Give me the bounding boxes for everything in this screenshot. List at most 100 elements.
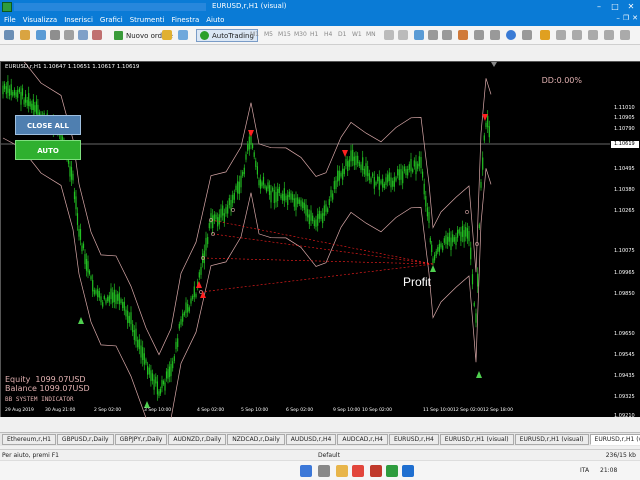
file-explorer-icon[interactable]: [336, 465, 348, 477]
chart-shift-icon[interactable]: [442, 30, 452, 40]
close-icon[interactable]: ✕: [624, 1, 638, 13]
chart-tab[interactable]: AUDCAD,r,H4: [337, 434, 388, 445]
timeframe-m5[interactable]: M5: [264, 31, 273, 38]
menu-help[interactable]: Aiuto: [206, 16, 224, 24]
timeframe-d1[interactable]: D1: [338, 31, 346, 38]
timeframe-m1[interactable]: M1: [250, 31, 259, 38]
candle-body: [232, 194, 234, 204]
candle-body: [475, 313, 477, 323]
autoscroll-icon[interactable]: [428, 30, 438, 40]
candle-body: [480, 182, 482, 188]
new-chart-icon[interactable]: [4, 30, 14, 40]
terminal-window: EURUSD,r,H1 (visual) – □ ✕ File Visualiz…: [0, 0, 640, 480]
chart-tab-active[interactable]: EURUSD,r,H1 (visual): [589, 434, 640, 445]
menu-charts[interactable]: Grafici: [100, 16, 123, 24]
window-title: EURUSD,r,H1 (visual): [212, 2, 287, 10]
timeframe-mn[interactable]: MN: [366, 31, 376, 38]
tile-windows-icon[interactable]: [414, 30, 424, 40]
text-tool-icon[interactable]: [620, 30, 630, 40]
timeframe-w1[interactable]: W1: [352, 31, 362, 38]
menu-insert[interactable]: Inserisci: [64, 16, 93, 24]
timeframe-m30[interactable]: M30: [294, 31, 307, 38]
maximize-icon[interactable]: □: [608, 1, 622, 13]
tray-language[interactable]: ITA: [580, 467, 589, 474]
chart-window-icon[interactable]: [36, 30, 46, 40]
chart-tab[interactable]: AUDNZD,r,Daily: [168, 434, 227, 445]
timeframe-h1[interactable]: H1: [310, 31, 318, 38]
candle-body: [288, 191, 290, 198]
chart-tab[interactable]: AUDUSD,r,H4: [285, 434, 337, 445]
candle-body: [278, 186, 280, 193]
word-icon[interactable]: [402, 465, 414, 477]
chart-tab[interactable]: EURUSD,r,H1 (visual): [439, 434, 514, 445]
menu-window[interactable]: Finestra: [171, 16, 199, 24]
price-tick: 1.10495: [614, 166, 635, 172]
menu-tools[interactable]: Strumenti: [130, 16, 165, 24]
cursor-icon[interactable]: [50, 30, 60, 40]
autotrading-button[interactable]: AutoTrading: [196, 29, 258, 42]
options-icon[interactable]: [522, 30, 532, 40]
candle-body: [392, 180, 394, 187]
taskview-icon[interactable]: [318, 465, 330, 477]
doc-close-icon[interactable]: ✕: [632, 14, 638, 22]
sell-arrow: [342, 150, 348, 157]
chart-area[interactable]: EURUSD,r,H1 1.10647 1.10651 1.10617 1.10…: [0, 61, 611, 418]
menu-file[interactable]: File: [4, 16, 16, 24]
candle-body: [333, 181, 335, 190]
chart-tab[interactable]: EURUSD,r,H1 (visual): [514, 434, 589, 445]
candle-body: [156, 381, 158, 395]
search-icon[interactable]: [506, 30, 516, 40]
menu-view[interactable]: Visualizza: [23, 16, 57, 24]
entry-marker: [465, 210, 469, 214]
candle-body: [123, 301, 125, 311]
minimize-icon[interactable]: –: [592, 1, 606, 13]
metatrader-icon[interactable]: [386, 465, 398, 477]
candle-body: [355, 155, 357, 166]
strategy-tester-icon[interactable]: [178, 30, 188, 40]
start-icon[interactable]: [300, 465, 312, 477]
metaeditor-icon[interactable]: [162, 30, 172, 40]
candle-body: [443, 238, 445, 243]
browser-icon[interactable]: [352, 465, 364, 477]
candle-body: [93, 289, 95, 295]
horizontal-line-icon[interactable]: [588, 30, 598, 40]
close-all-button[interactable]: CLOSE ALL: [15, 115, 81, 135]
autotrading-label: AutoTrading: [212, 31, 254, 40]
crosshair-icon[interactable]: [64, 30, 74, 40]
periods-icon[interactable]: [474, 30, 484, 40]
zoom-out-icon[interactable]: [398, 30, 408, 40]
status-profile[interactable]: Default: [318, 452, 340, 459]
cursor-line-icon[interactable]: [556, 30, 566, 40]
candle-body: [435, 251, 437, 256]
candle-body: [310, 210, 312, 221]
chart-tab[interactable]: GBPUSD,r,Daily: [56, 434, 114, 445]
chart-tab[interactable]: Ethereum,r,H1: [2, 434, 56, 445]
title-obscured: [14, 3, 206, 11]
alert-icon[interactable]: [540, 30, 550, 40]
candle-body: [418, 156, 420, 167]
candle-body: [4, 83, 6, 90]
vertical-line-icon[interactable]: [572, 30, 582, 40]
doc-minimize-icon[interactable]: –: [616, 14, 620, 22]
doc-restore-icon[interactable]: ❐: [623, 14, 629, 22]
trendline-icon[interactable]: [604, 30, 614, 40]
indicators-icon[interactable]: [458, 30, 468, 40]
terminal-icon[interactable]: [92, 30, 102, 40]
timeframe-m15[interactable]: M15: [278, 31, 291, 38]
candle-body: [290, 193, 292, 200]
connection-status[interactable]: 236/15 kb: [606, 452, 636, 459]
navigator-icon[interactable]: [78, 30, 88, 40]
zoom-in-icon[interactable]: [384, 30, 394, 40]
auto-button[interactable]: AUTO: [15, 140, 81, 160]
chart-tab[interactable]: EURUSD,r,H4: [388, 434, 439, 445]
chart-tab[interactable]: GBPJPY,r,Daily: [114, 434, 168, 445]
candle-body: [155, 376, 157, 384]
price-scale[interactable]: 1.11010 1.10905 1.10790 1.10619 1.10495 …: [610, 61, 640, 419]
tray-clock[interactable]: 21:08: [600, 467, 617, 474]
profiles-icon[interactable]: [20, 30, 30, 40]
timeframe-h4[interactable]: H4: [324, 31, 332, 38]
chart-tab[interactable]: NZDCAD,r,Daily: [227, 434, 285, 445]
candle-body: [463, 230, 465, 242]
templates-icon[interactable]: [490, 30, 500, 40]
pdf-icon[interactable]: [370, 465, 382, 477]
